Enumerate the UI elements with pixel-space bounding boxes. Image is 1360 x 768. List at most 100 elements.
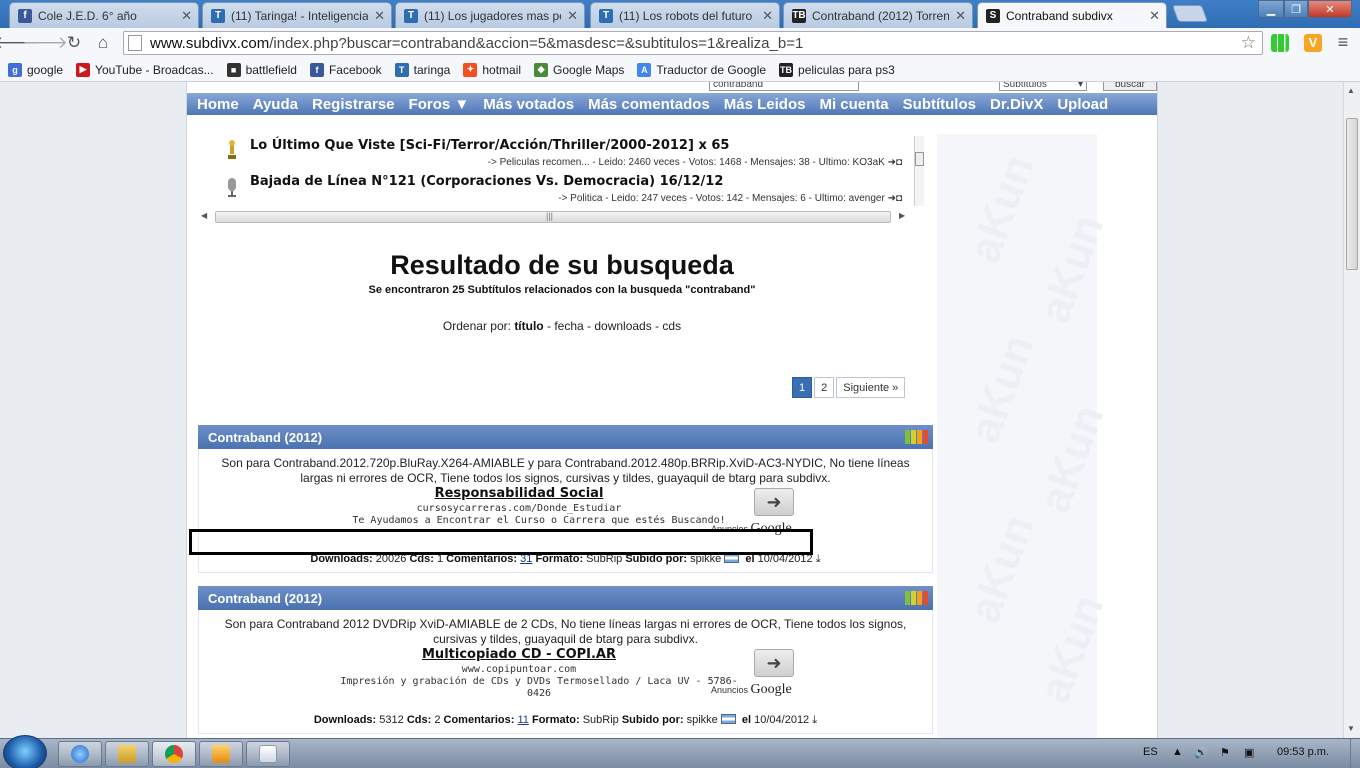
site-search-select[interactable]: Subtitulos ▾ — [999, 82, 1087, 91]
browser-tab[interactable]: TB Contraband (2012) Torren ✕ — [783, 2, 973, 28]
sort-by-cds[interactable]: cds — [662, 319, 681, 333]
nav-link[interactable]: Dr.DivX — [990, 96, 1043, 113]
bookmark-star-icon[interactable]: ☆ — [1241, 33, 1256, 53]
maximize-button[interactable]: ❐ — [1284, 0, 1308, 18]
site-search-input[interactable]: contraband — [709, 82, 859, 91]
bookmark-label: Traductor de Google — [656, 62, 767, 77]
nav-link[interactable]: Home — [197, 96, 239, 113]
nav-link[interactable]: Mi cuenta — [819, 96, 888, 113]
close-tab-icon[interactable]: ✕ — [1149, 8, 1160, 24]
result-header[interactable]: Contraband (2012) — [198, 425, 933, 449]
minimize-button[interactable]: ▁ — [1258, 0, 1284, 18]
news-item[interactable]: Bajada de Línea N°121 (Corporaciones Vs.… — [217, 171, 914, 207]
next-page-button[interactable]: Siguiente » — [836, 377, 906, 398]
ad-arrow-button[interactable]: ➜ — [754, 649, 794, 677]
page-scrollbar[interactable]: ▲ ▼ — [1343, 82, 1360, 738]
uploader-link[interactable]: spikke — [687, 714, 718, 726]
notepad-taskbar-button[interactable] — [246, 741, 290, 767]
result-title[interactable]: Contraband (2012) — [208, 591, 322, 606]
news-title[interactable]: Lo Último Que Viste [Sci-Fi/Terror/Acció… — [250, 138, 729, 153]
nav-link[interactable]: Más comentados — [588, 96, 710, 113]
ad-url[interactable]: cursosycarreras.com/Donde_Estudiar — [199, 503, 839, 514]
bookmark-item[interactable]: A Traductor de Google — [637, 62, 767, 77]
network-icon[interactable]: ▣ — [1244, 746, 1254, 759]
media-player-taskbar-button[interactable] — [199, 741, 243, 767]
news-vertical-scrollbar[interactable] — [914, 136, 924, 206]
google-ad[interactable]: Multicopiado CD - COPI.AR www.copipuntoa… — [199, 647, 932, 709]
scroll-thumb[interactable] — [915, 152, 924, 166]
sort-by-date[interactable]: fecha — [554, 319, 583, 333]
start-button[interactable] — [3, 735, 47, 768]
nav-link[interactable]: Ayuda — [253, 96, 298, 113]
comments-link[interactable]: 11 — [517, 714, 528, 726]
scroll-right-icon[interactable]: ▶ — [899, 211, 905, 220]
page-2-button[interactable]: 2 — [814, 377, 835, 398]
browser-tab[interactable]: f Cole J.E.D. 6° año ✕ — [9, 2, 199, 28]
scroll-down-icon[interactable]: ▼ — [1347, 724, 1355, 733]
clock[interactable]: 09:53 p.m. — [1277, 746, 1329, 758]
scroll-left-icon[interactable]: ◀ — [201, 211, 207, 220]
tray-arrow-icon[interactable]: ▲ — [1172, 746, 1183, 758]
flag-icon[interactable]: ⚑ — [1220, 746, 1230, 759]
ad-arrow-button[interactable]: ➜ — [754, 488, 794, 516]
bookmark-item[interactable]: g google — [8, 62, 63, 77]
page-scroll-thumb[interactable] — [1346, 118, 1358, 270]
reload-button[interactable]: ↻ — [63, 32, 85, 54]
explorer-taskbar-button[interactable] — [105, 741, 149, 767]
bookmark-item[interactable]: ▶ YouTube - Broadcas... — [76, 62, 214, 77]
close-window-button[interactable]: ✕ — [1308, 0, 1352, 18]
nav-link[interactable]: Foros ▼ — [409, 96, 470, 113]
close-tab-icon[interactable]: ✕ — [762, 8, 773, 24]
bookmark-item[interactable]: ✦ hotmail — [463, 62, 521, 77]
nav-link[interactable]: Registrarse — [312, 96, 395, 113]
new-tab-button[interactable] — [1171, 5, 1209, 22]
close-tab-icon[interactable]: ✕ — [955, 8, 966, 24]
browser-tab[interactable]: T (11) Taringa! - Inteligencia ✕ — [202, 2, 392, 28]
news-title[interactable]: Bajada de Línea N°121 (Corporaciones Vs.… — [250, 174, 723, 189]
browser-tab[interactable]: T (11) Los robots del futuro ✕ — [590, 2, 780, 28]
forward-button[interactable]: 🡒 — [22, 32, 68, 54]
show-desktop-button[interactable] — [1350, 739, 1360, 768]
page-1-button[interactable]: 1 — [792, 377, 813, 398]
download-icon[interactable]: ⤓ — [812, 709, 817, 731]
result-title[interactable]: Contraband (2012) — [208, 430, 322, 445]
close-tab-icon[interactable]: ✕ — [567, 8, 578, 24]
bookmark-item[interactable]: Ttaringa — [394, 62, 450, 77]
scroll-up-icon[interactable]: ▲ — [1347, 86, 1355, 95]
sort-by-downloads[interactable]: downloads — [594, 319, 651, 333]
result-header[interactable]: Contraband (2012) — [198, 586, 933, 610]
volume-icon[interactable]: 🔊 — [1194, 746, 1208, 759]
menu-wrench-icon[interactable]: ≡ — [1334, 33, 1352, 52]
nav-link[interactable]: Subtítulos — [903, 96, 976, 113]
nav-link[interactable]: Más Leidos — [724, 96, 806, 113]
close-tab-icon[interactable]: ✕ — [181, 8, 192, 24]
bookmark-item[interactable]: ■ battlefield — [226, 62, 297, 77]
news-item[interactable]: Lo Último Que Viste [Sci-Fi/Terror/Acció… — [217, 134, 914, 170]
address-bar[interactable]: www.subdivx.com/index.php?buscar=contrab… — [123, 31, 1263, 55]
browser-tab[interactable]: S Contraband subdivx ✕ — [977, 2, 1167, 28]
download-icon[interactable]: ⤓ — [816, 548, 821, 570]
news-horizontal-scrollbar[interactable]: ◀ ||| ▶ — [201, 211, 909, 223]
nav-link[interactable]: Upload — [1057, 96, 1108, 113]
language-indicator[interactable]: ES — [1143, 746, 1158, 758]
ie-taskbar-button[interactable] — [58, 741, 102, 767]
comments-link[interactable]: 31 — [520, 553, 532, 565]
browser-tab[interactable]: T (11) Los jugadores mas pe ✕ — [395, 2, 585, 28]
sort-by-title[interactable]: título — [514, 319, 543, 333]
site-search-button[interactable]: buscar — [1103, 82, 1157, 91]
scroll-thumb[interactable]: ||| — [215, 211, 891, 223]
bookmark-item[interactable]: TB peliculas para ps3 — [779, 62, 895, 77]
google-ad[interactable]: Responsabilidad Social cursosycarreras.c… — [199, 486, 932, 548]
home-button[interactable]: ⌂ — [92, 32, 114, 54]
bookmark-item[interactable]: ◆ Google Maps — [534, 62, 624, 77]
uploader-link[interactable]: spikke — [690, 553, 721, 565]
chrome-taskbar-button[interactable] — [152, 741, 196, 767]
signal-extension-icon[interactable] — [1271, 34, 1289, 52]
ad-title[interactable]: Multicopiado CD - COPI.AR — [199, 647, 839, 662]
close-tab-icon[interactable]: ✕ — [374, 8, 385, 24]
nav-link[interactable]: Más votados — [483, 96, 574, 113]
bookmark-item[interactable]: f Facebook — [309, 62, 382, 77]
v-extension-icon[interactable]: V — [1304, 34, 1322, 52]
ad-title[interactable]: Responsabilidad Social — [199, 486, 839, 501]
ad-url[interactable]: www.copipuntoar.com — [199, 664, 839, 675]
